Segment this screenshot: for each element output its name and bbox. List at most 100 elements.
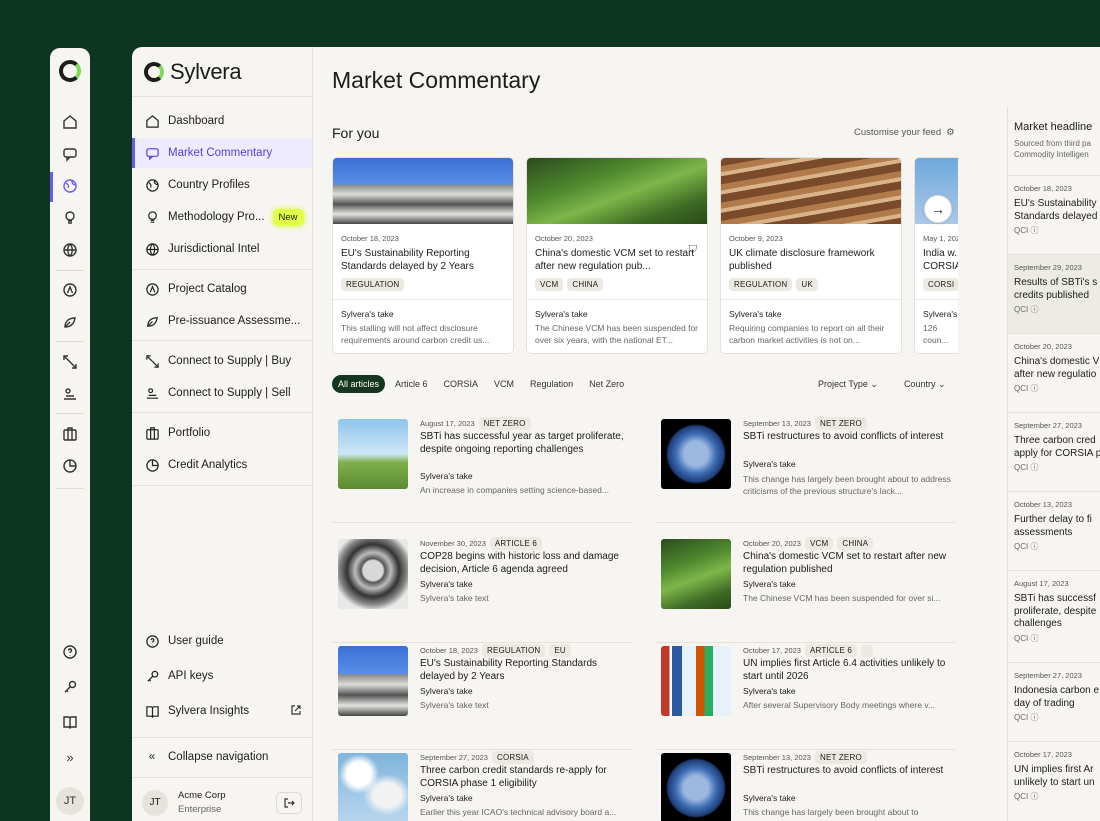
tag: REGULATION (729, 278, 793, 291)
headline-date: October 17, 2023 (1014, 750, 1072, 759)
filter-all-articles[interactable]: All articles (332, 375, 386, 393)
headline-item[interactable]: October 17, 2023 UN implies first Ar unl… (1008, 741, 1100, 820)
customise-feed-button[interactable]: Customise your feed ⚙ (854, 127, 955, 138)
take-label: Sylvera's take (420, 793, 473, 803)
sidebar-item-jurisdictional[interactable]: Jurisdictional Intel (132, 234, 312, 264)
logout-button[interactable] (276, 791, 302, 814)
supply-buy-icon[interactable] (61, 353, 79, 371)
article-title: SBTi restructures to avoid conflicts of … (743, 431, 944, 442)
globe-active-icon[interactable] (61, 177, 79, 195)
headline-source: QCI ⓘ (1014, 792, 1039, 801)
sidebar-item-market-commentary[interactable]: Market Commentary (132, 138, 312, 168)
sidebar-item-pre-issuance[interactable]: Pre-issuance Assessme... (132, 306, 312, 336)
headline-item[interactable]: October 18, 2023 EU's Sustainability Sta… (1008, 175, 1100, 254)
sidebar-item-user-guide[interactable]: User guide (132, 626, 312, 656)
analytics-icon[interactable] (61, 457, 79, 475)
collapse-navigation-button[interactable]: « Collapse navigation (132, 742, 312, 772)
chat-icon[interactable] (61, 145, 79, 163)
article-item[interactable]: October 20, 2023 VCM CHINA China's domesti… (655, 537, 955, 643)
key-icon[interactable] (61, 678, 79, 696)
sidebar-item-label: Country Profiles (168, 179, 250, 191)
sidebar-item-label: Connect to Supply | Sell (168, 387, 291, 399)
feed-card[interactable]: May 1, 2023 India w... CORSIA CORSI Sylv… (914, 157, 958, 354)
external-link-icon (290, 704, 302, 719)
user-org: Acme Corp Enterprise (178, 789, 226, 817)
help-icon[interactable] (61, 643, 79, 661)
headline-item[interactable]: September 27, 2023 Three carbon cred app… (1008, 412, 1100, 491)
home-icon[interactable] (61, 113, 79, 131)
sidebar-item-supply-buy[interactable]: Connect to Supply | Buy (132, 346, 312, 376)
tag: NET ZERO (814, 751, 867, 764)
filter-vcm[interactable]: VCM (488, 375, 520, 393)
filter-corsia[interactable]: CORSIA (438, 375, 485, 393)
sidebar-item-methodology[interactable]: Methodology Pro... New (132, 202, 312, 232)
article-item[interactable]: September 13, 2023 NET ZERO SBTi restruct… (655, 417, 955, 523)
take-text: 126 coun... particip... (923, 323, 949, 345)
carousel-next-button[interactable]: → (924, 195, 952, 223)
supply-sell-icon[interactable] (61, 385, 79, 403)
leaf-icon (144, 313, 160, 329)
headline-item[interactable]: October 13, 2023 Further delay to fi ass… (1008, 491, 1100, 570)
catalog-icon (144, 281, 160, 297)
avatar[interactable]: JT (56, 787, 84, 815)
feed-card[interactable]: October 20, 2023 ⛉ China's domestic VCM … (526, 157, 708, 354)
book-icon (144, 703, 160, 719)
take-label: Sylvera's take (743, 459, 796, 469)
rail-divider (56, 270, 84, 271)
sidebar-item-portfolio[interactable]: Portfolio (132, 418, 312, 448)
take-label: Sylvera's (923, 309, 958, 319)
take-label: Sylvera's take (420, 686, 473, 696)
article-item[interactable]: September 13, 2023 NET ZERO SBTi restruct… (655, 751, 955, 821)
take-text: The Chinese VCM has been suspended for o… (535, 323, 699, 345)
headline-date: September 29, 2023 (1014, 263, 1082, 272)
bulb-icon[interactable] (61, 209, 79, 227)
article-item[interactable]: October 17, 2023 ARTICLE 6 UN implies fir… (655, 644, 955, 750)
tag (861, 644, 874, 657)
tag: REGULATION (341, 278, 405, 291)
article-item[interactable]: September 27, 2023 CORSIA Three carbon cr… (332, 751, 632, 821)
sidebar-item-country-profiles[interactable]: Country Profiles (132, 170, 312, 200)
tag: CORSI (923, 278, 958, 291)
sidebar-nav: Sylvera Dashboard Market Commentary Coun… (132, 47, 313, 821)
article-date: October 18, 2023 (420, 646, 478, 655)
sidebar-item-label: Jurisdictional Intel (168, 243, 260, 255)
sylvera-logo-icon[interactable] (59, 60, 81, 82)
globe-grid-icon (144, 241, 160, 257)
headline-item[interactable]: September 27, 2023 Indonesia carbon e da… (1008, 662, 1100, 741)
sidebar-item-credit-analytics[interactable]: Credit Analytics (132, 450, 312, 480)
tag: EU (549, 644, 571, 657)
feed-card[interactable]: October 18, 2023 EU's Sustainability Rep… (332, 157, 514, 354)
sidebar-item-supply-sell[interactable]: Connect to Supply | Sell (132, 378, 312, 408)
book-icon[interactable] (61, 713, 79, 731)
headline-item[interactable]: October 20, 2023 China's domestic V afte… (1008, 333, 1100, 412)
filter-article-6[interactable]: Article 6 (389, 375, 434, 393)
filter-regulation[interactable]: Regulation (524, 375, 579, 393)
portfolio-icon[interactable] (61, 425, 79, 443)
leaf-icon[interactable] (61, 313, 79, 331)
country-dropdown[interactable]: Country ⌄ (904, 379, 946, 390)
card-divider (333, 299, 513, 300)
expand-icon[interactable]: » (61, 748, 79, 766)
rail-divider (56, 488, 84, 489)
sidebar-item-dashboard[interactable]: Dashboard (132, 106, 312, 136)
project-type-dropdown[interactable]: Project Type ⌄ (818, 379, 878, 390)
user-account[interactable]: JT Acme Corp Enterprise (132, 777, 312, 821)
article-item[interactable]: November 30, 2023 ARTICLE 6 COP28 begins … (332, 537, 632, 643)
headline-item[interactable]: September 29, 2023 Results of SBTi's s c… (1008, 254, 1100, 333)
article-item[interactable]: October 18, 2023 REGULATION EU EU's Sustai… (332, 644, 632, 750)
article-item[interactable]: August 17, 2023 NET ZERO SBTi has success… (332, 417, 632, 523)
filter-net-zero[interactable]: Net Zero (583, 375, 630, 393)
sidebar-item-project-catalog[interactable]: Project Catalog (132, 274, 312, 304)
globe-icon[interactable] (61, 241, 79, 259)
article-title: SBTi restructures to avoid conflicts of … (743, 765, 944, 776)
feed-card[interactable]: October 9, 2023 UK climate disclosure fr… (720, 157, 902, 354)
nav-divider (132, 737, 312, 738)
headline-item[interactable]: August 17, 2023 SBTi has successf prolif… (1008, 570, 1100, 662)
article-title: UN implies first Article 6.4 activities … (743, 658, 946, 682)
sidebar-item-api-keys[interactable]: API keys (132, 661, 312, 691)
article-date: September 13, 2023 (743, 419, 811, 428)
card-image (721, 158, 901, 224)
catalog-icon[interactable] (61, 281, 79, 299)
headline-date: September 27, 2023 (1014, 671, 1082, 680)
sidebar-item-insights[interactable]: Sylvera Insights (132, 696, 312, 726)
